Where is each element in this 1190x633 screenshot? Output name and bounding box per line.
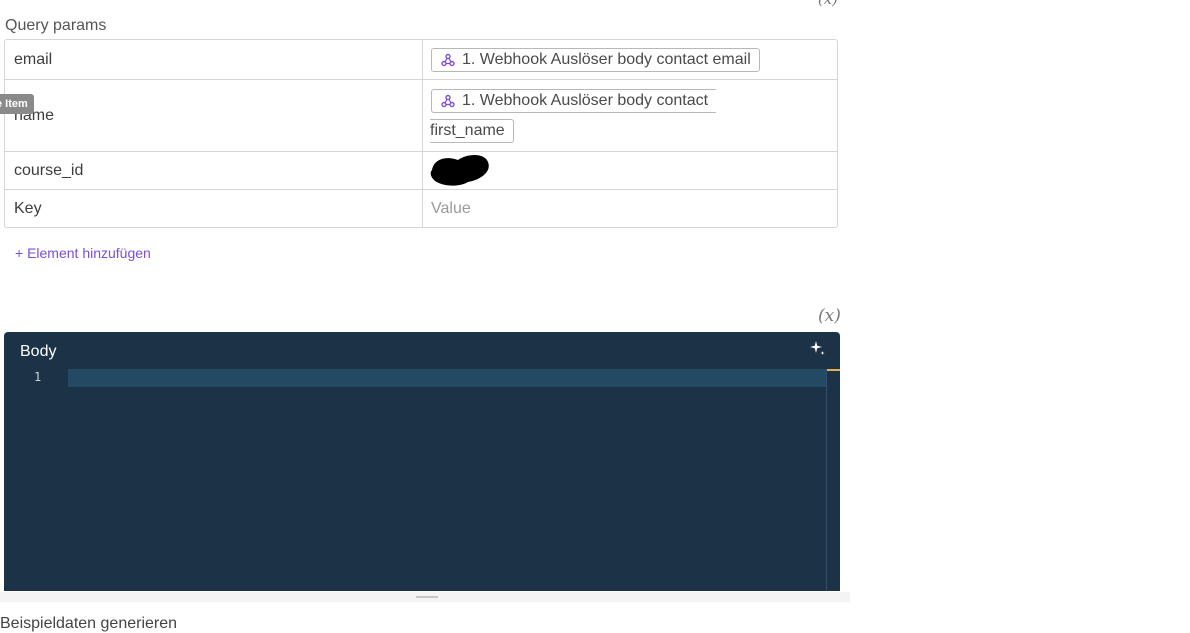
pill-label: 1. Webhook Auslöser body contact (462, 91, 709, 109)
table-row: email 1. Webhook Auslöser body contact e… (5, 40, 837, 80)
webhook-icon (441, 53, 455, 66)
param-key-email[interactable]: email (5, 40, 423, 79)
variable-pill[interactable]: 1. Webhook Auslöser body contact email (431, 47, 760, 72)
table-row-new: Key Value (5, 190, 837, 227)
generate-sample-data-label[interactable]: Beispieldaten generieren (0, 615, 177, 633)
active-line-highlight (68, 369, 826, 387)
query-params-table: email 1. Webhook Auslöser body contact e… (4, 39, 838, 228)
body-editor[interactable]: Body 1 (4, 332, 840, 591)
table-row: course_id (5, 152, 837, 190)
variable-pill[interactable]: 1. Webhook Auslöser body contact (431, 88, 717, 113)
variable-toggle-icon-top[interactable]: (x) (818, 0, 838, 8)
tooltip: e Item (0, 94, 34, 114)
new-value-input[interactable]: Value (423, 190, 837, 227)
editor-title: Body (20, 343, 57, 360)
add-item-button[interactable]: + Element hinzufügen (15, 245, 151, 261)
resize-handle-icon[interactable] (416, 596, 438, 598)
param-key-course-id[interactable]: course_id (5, 152, 423, 189)
param-value-email[interactable]: 1. Webhook Auslöser body contact email (423, 40, 837, 79)
new-key-input[interactable]: Key (5, 190, 423, 227)
table-row: name 1. Webhook Auslöser body contact fi… (5, 80, 837, 152)
resize-bar[interactable] (0, 592, 850, 602)
redaction-scribble (430, 155, 489, 186)
editor-line[interactable]: 1 (4, 369, 826, 387)
sparkle-icon[interactable] (808, 339, 826, 357)
param-value-name[interactable]: 1. Webhook Auslöser body contact first_n… (423, 80, 837, 151)
cursor-marker (827, 369, 840, 371)
overview-ruler (826, 369, 827, 591)
query-params-label: Query params (5, 17, 107, 34)
variable-toggle-icon[interactable]: (x) (818, 306, 841, 326)
param-key-name[interactable]: name (5, 80, 423, 151)
variable-pill-continued[interactable]: first_name (430, 118, 514, 143)
pill-label: 1. Webhook Auslöser body contact email (462, 50, 751, 68)
webhook-icon (441, 94, 455, 107)
line-number: 1 (34, 370, 42, 384)
